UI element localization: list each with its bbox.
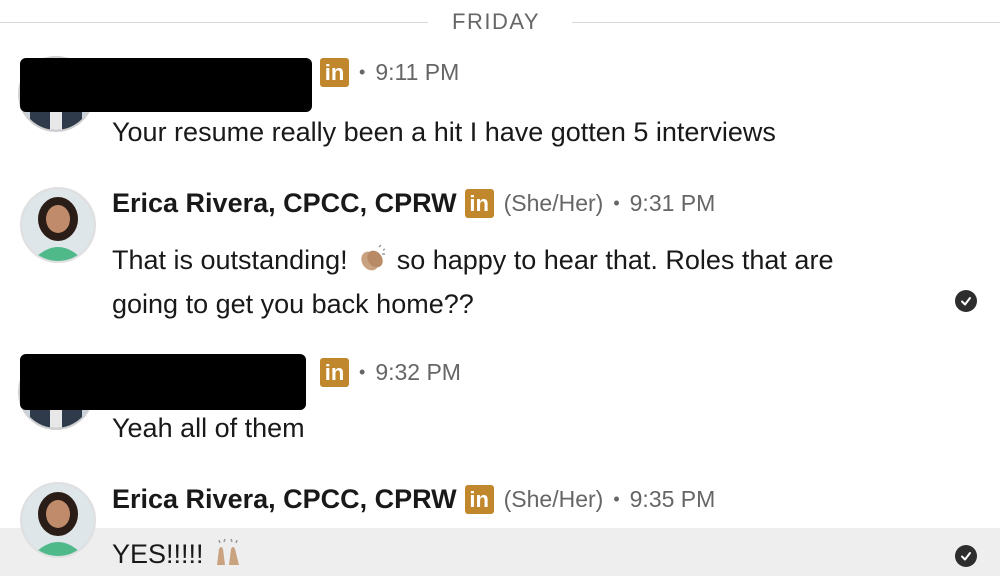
sender-pronouns: (She/Her) (503, 486, 604, 512)
avatar-image (22, 484, 94, 556)
divider-line-right (572, 22, 1000, 23)
message-text: Your resume really been a hit I have got… (112, 117, 776, 147)
read-receipt-check-icon (955, 545, 977, 567)
day-label: FRIDAY (452, 9, 541, 34)
separator-dot: • (613, 489, 620, 509)
read-receipt-check-icon (955, 290, 977, 312)
message-header: in • 9:32 PM (320, 358, 461, 387)
sender-name[interactable]: Erica Rivera, CPCC, CPRW (112, 484, 457, 515)
message-item: in • 9:11 PM Your resume really been a h… (0, 48, 1000, 158)
linkedin-icon: in (320, 58, 349, 87)
raising-hands-emoji (213, 537, 243, 578)
day-divider: FRIDAY (0, 0, 1000, 46)
message-text: Yeah all of them (112, 413, 305, 443)
sender-name[interactable]: Erica Rivera, CPCC, CPRW (112, 188, 457, 219)
message-text: YES!!!!! (112, 534, 245, 578)
raising-hands-icon (217, 538, 240, 565)
redacted-name (20, 354, 306, 410)
separator-dot: • (359, 362, 366, 382)
message-text: That is outstanding! so happy to hear th… (112, 240, 833, 324)
message-header: Erica Rivera, CPCC, CPRW in (She/Her) • … (112, 484, 715, 515)
avatar-image (22, 189, 94, 261)
linkedin-icon: in (320, 358, 349, 387)
linkedin-icon: in (464, 485, 494, 514)
message-item: in • 9:32 PM Yeah all of them (0, 344, 1000, 454)
message-item: Erica Rivera, CPCC, CPRW in (She/Her) • … (0, 472, 1000, 558)
avatar[interactable] (20, 187, 96, 263)
clapping-hands-icon (361, 244, 386, 271)
checkmark-icon (961, 552, 971, 561)
avatar[interactable] (20, 482, 96, 558)
separator-dot: • (613, 193, 620, 213)
message-text-part: That is outstanding! (112, 245, 348, 275)
sender-pronouns: (She/Her) (503, 190, 604, 216)
message-text-part: so happy to hear that. Roles that are (396, 245, 834, 275)
message-time: 9:35 PM (629, 486, 716, 512)
divider-line-left (0, 22, 428, 23)
message-text-part: going to get you back home?? (112, 289, 474, 319)
message-text-part: YES!!!!! (112, 539, 204, 569)
message-header: in • 9:11 PM (320, 58, 459, 87)
linkedin-icon: in (464, 189, 494, 218)
redacted-name (20, 58, 312, 112)
message-highlight-row[interactable]: YES!!!!! (0, 528, 1000, 576)
checkmark-icon (961, 297, 971, 306)
message-time: 9:32 PM (375, 359, 461, 385)
message-item: Erica Rivera, CPCC, CPRW in (She/Her) • … (0, 178, 1000, 328)
message-time: 9:11 PM (375, 59, 460, 85)
message-header: Erica Rivera, CPCC, CPRW in (She/Her) • … (112, 188, 715, 219)
separator-dot: • (359, 62, 366, 82)
clapping-hands-emoji (357, 243, 387, 284)
message-time: 9:31 PM (629, 190, 716, 216)
